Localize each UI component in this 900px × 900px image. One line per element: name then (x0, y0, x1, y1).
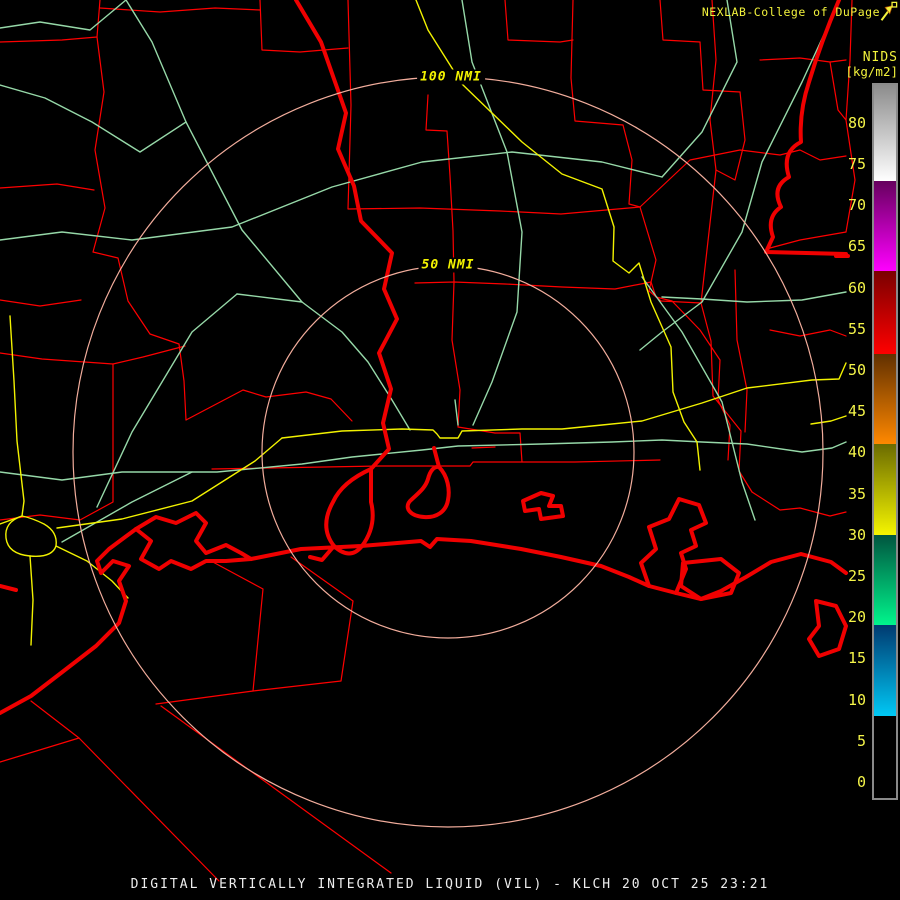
colorbar-tick-75: 75 (847, 155, 866, 174)
colorbar-tick-40: 40 (847, 443, 866, 462)
colorbar-tick-50: 50 (847, 361, 866, 380)
colorbar-tick-0: 0 (856, 773, 866, 792)
map-layer-rivers-coast-lakes (0, 0, 850, 715)
colorbar-tick-80: 80 (847, 113, 866, 132)
colorbar (872, 83, 898, 800)
colorbar-tick-20: 20 (847, 608, 866, 627)
colorbar-segment (874, 271, 896, 354)
ne-arrow-cursor-icon (880, 1, 898, 21)
colorbar-segment (874, 444, 896, 535)
colorbar-segment (874, 625, 896, 717)
colorbar-tick-15: 15 (847, 649, 866, 668)
brand-text: NEXLAB-College of DuPage (701, 5, 880, 19)
range-ring-100nmi (72, 76, 824, 828)
colorbar-segment (874, 85, 896, 181)
colorbar-tick-55: 55 (847, 319, 866, 338)
radar-map (0, 0, 856, 882)
colorbar-units: NIDS [kg/m2] (845, 51, 898, 78)
colorbar-segment (874, 534, 896, 626)
colorbar-tick-5: 5 (856, 731, 866, 750)
colorbar-tick-70: 70 (847, 196, 866, 215)
product-title: DIGITAL VERTICALLY INTEGRATED LIQUID (VI… (130, 877, 770, 892)
colorbar-tick-10: 10 (847, 690, 866, 709)
colorbar-segment (874, 180, 896, 272)
colorbar-tick-60: 60 (847, 278, 866, 297)
colorbar-units-sub: [kg/m2] (845, 63, 898, 79)
colorbar-tick-45: 45 (847, 402, 866, 421)
range-ring-50nmi (261, 265, 635, 639)
colorbar-tick-25: 25 (847, 567, 866, 586)
colorbar-segment (874, 353, 896, 445)
colorbar-tick-65: 65 (847, 237, 866, 256)
colorbar-tick-30: 30 (847, 525, 866, 544)
colorbar-segment (874, 716, 896, 798)
range-ring-label-100nmi: 100 NMI (417, 69, 485, 85)
colorbar-tick-35: 35 (847, 484, 866, 503)
radar-display: 50 NMI 100 NMI NEXLAB-College of DuPage … (0, 0, 900, 900)
range-ring-label-50nmi: 50 NMI (418, 257, 478, 273)
colorbar-units-label: NIDS (862, 50, 898, 65)
